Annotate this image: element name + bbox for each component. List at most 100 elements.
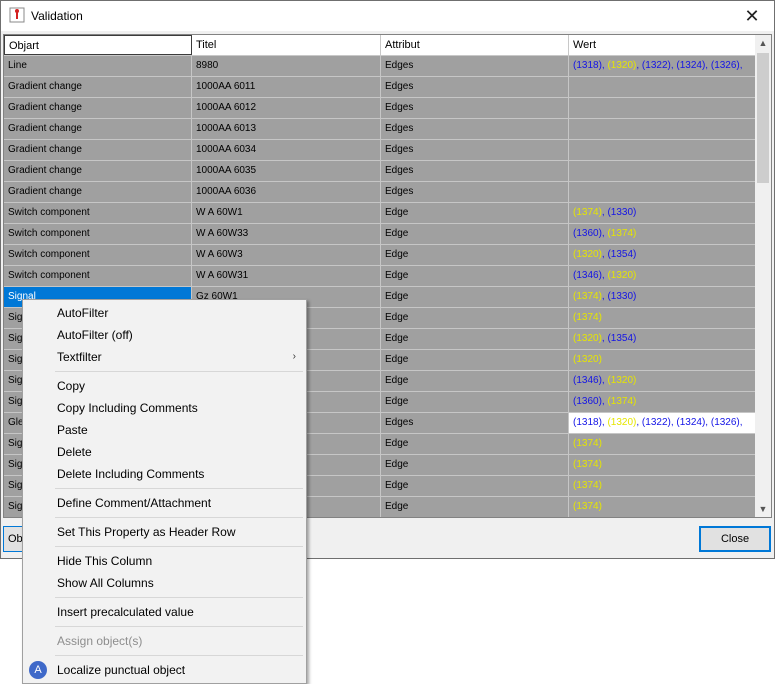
cell-wert[interactable] [569, 182, 756, 202]
scroll-down-icon[interactable]: ▼ [755, 501, 771, 517]
table-row[interactable]: Gradient change 1000AA 6036 Edges [4, 182, 756, 203]
cell-wert[interactable]: (1320) [569, 350, 756, 370]
cell-wert[interactable] [569, 140, 756, 160]
cell-attribut[interactable]: Edge [381, 371, 569, 391]
cell-wert[interactable]: (1320), (1354) [569, 329, 756, 349]
menu-item-textfilter[interactable]: Textfilter › [23, 346, 306, 368]
scroll-thumb[interactable] [757, 53, 769, 183]
menu-item-delete-including-comments[interactable]: Delete Including Comments [23, 463, 306, 485]
cell-titel[interactable]: 1000AA 6035 [192, 161, 381, 181]
cell-objart[interactable]: Gradient change [4, 161, 192, 181]
cell-wert[interactable]: (1374) [569, 308, 756, 328]
cell-wert[interactable]: (1360), (1374) [569, 392, 756, 412]
cell-attribut[interactable]: Edge [381, 455, 569, 475]
cell-wert[interactable]: (1374), (1330) [569, 287, 756, 307]
table-row[interactable]: Switch component W A 60W33 Edge (1360), (13… [4, 224, 756, 245]
cell-objart[interactable]: Switch component [4, 224, 192, 244]
cell-wert[interactable]: (1374), (1330) [569, 203, 756, 223]
cell-attribut[interactable]: Edges [381, 77, 569, 97]
cell-attribut[interactable]: Edge [381, 224, 569, 244]
cell-attribut[interactable]: Edge [381, 476, 569, 496]
cell-wert[interactable] [569, 77, 756, 97]
cell-attribut[interactable]: Edge [381, 245, 569, 265]
cell-titel[interactable]: 1000AA 6013 [192, 119, 381, 139]
cell-titel[interactable]: 1000AA 6034 [192, 140, 381, 160]
cell-objart[interactable]: Switch component [4, 245, 192, 265]
cell-wert[interactable]: (1360), (1374) [569, 224, 756, 244]
cell-wert[interactable]: (1346), (1320) [569, 266, 756, 286]
cell-attribut[interactable]: Edges [381, 56, 569, 76]
cell-objart[interactable]: Switch component [4, 203, 192, 223]
column-header-attribut[interactable]: Attribut [381, 35, 569, 55]
cell-wert[interactable] [569, 161, 756, 181]
cell-attribut[interactable]: Edge [381, 434, 569, 454]
cell-wert[interactable]: (1374) [569, 434, 756, 454]
vertical-scrollbar[interactable]: ▲ ▼ [755, 35, 771, 517]
cell-attribut[interactable]: Edge [381, 392, 569, 412]
cell-attribut[interactable]: Edge [381, 287, 569, 307]
menu-item-insert-precalculated-value[interactable]: Insert precalculated value [23, 601, 306, 623]
menu-item-autofilter[interactable]: AutoFilter [23, 302, 306, 324]
table-row[interactable]: Gradient change 1000AA 6012 Edges [4, 98, 756, 119]
table-row[interactable]: Gradient change 1000AA 6013 Edges [4, 119, 756, 140]
table-row[interactable]: Line 8980 Edges (1318), (1320), (1322), (13… [4, 56, 756, 77]
menu-item-copy[interactable]: Copy [23, 375, 306, 397]
cell-objart[interactable]: Gradient change [4, 77, 192, 97]
menu-item-copy-including-comments[interactable]: Copy Including Comments [23, 397, 306, 419]
cell-titel[interactable]: 1000AA 6012 [192, 98, 381, 118]
cell-objart[interactable]: Gradient change [4, 98, 192, 118]
menu-item-localize-punctual-object[interactable]: Localize punctual object A [23, 659, 306, 681]
cell-attribut[interactable]: Edge [381, 350, 569, 370]
cell-wert[interactable]: (1374) [569, 455, 756, 475]
cell-attribut[interactable]: Edge [381, 308, 569, 328]
cell-titel[interactable]: 1000AA 6036 [192, 182, 381, 202]
cell-objart[interactable]: Gradient change [4, 119, 192, 139]
menu-item-delete[interactable]: Delete [23, 441, 306, 463]
cell-attribut[interactable]: Edge [381, 203, 569, 223]
cell-wert[interactable]: (1374) [569, 476, 756, 496]
cell-attribut[interactable]: Edges [381, 182, 569, 202]
cell-objart[interactable]: Switch component [4, 266, 192, 286]
close-button[interactable]: Close [699, 526, 771, 552]
cell-wert[interactable] [569, 98, 756, 118]
table-row[interactable]: Switch component W A 60W3 Edge (1320), (135… [4, 245, 756, 266]
scroll-up-icon[interactable]: ▲ [755, 35, 771, 51]
cell-objart[interactable]: Gradient change [4, 140, 192, 160]
menu-item-show-all-columns[interactable]: Show All Columns [23, 572, 306, 594]
column-header-wert[interactable]: Wert [569, 35, 756, 55]
menu-item-paste[interactable]: Paste [23, 419, 306, 441]
cell-wert[interactable]: (1374) [569, 497, 756, 517]
cell-titel[interactable]: 8980 [192, 56, 381, 76]
cell-wert[interactable] [569, 119, 756, 139]
cell-attribut[interactable]: Edge [381, 266, 569, 286]
cell-attribut[interactable]: Edges [381, 140, 569, 160]
menu-item-hide-this-column[interactable]: Hide This Column [23, 550, 306, 572]
cell-attribut[interactable]: Edge [381, 497, 569, 517]
table-row[interactable]: Gradient change 1000AA 6011 Edges [4, 77, 756, 98]
cell-titel[interactable]: 1000AA 6011 [192, 77, 381, 97]
cell-attribut[interactable]: Edges [381, 413, 569, 433]
cell-wert[interactable]: (1318), (1320), (1322), (1324), (1326), [569, 413, 756, 433]
cell-objart[interactable]: Gradient change [4, 182, 192, 202]
cell-attribut[interactable]: Edges [381, 161, 569, 181]
cell-attribut[interactable]: Edges [381, 119, 569, 139]
cell-titel[interactable]: W A 60W31 [192, 266, 381, 286]
cell-attribut[interactable]: Edge [381, 329, 569, 349]
cell-wert[interactable]: (1346), (1320) [569, 371, 756, 391]
menu-item-set-this-property-as-header-row[interactable]: Set This Property as Header Row [23, 521, 306, 543]
table-row[interactable]: Gradient change 1000AA 6034 Edges [4, 140, 756, 161]
table-row[interactable]: Switch component W A 60W1 Edge (1374), (133… [4, 203, 756, 224]
table-row[interactable]: Switch component W A 60W31 Edge (1346), (13… [4, 266, 756, 287]
cell-titel[interactable]: W A 60W33 [192, 224, 381, 244]
cell-objart[interactable]: Line [4, 56, 192, 76]
close-icon[interactable]: ✕ [730, 1, 774, 31]
column-header-objart[interactable]: Objart [4, 35, 192, 55]
cell-titel[interactable]: W A 60W3 [192, 245, 381, 265]
column-header-titel[interactable]: Titel [192, 35, 381, 55]
menu-item-define-comment-attachment[interactable]: Define Comment/Attachment [23, 492, 306, 514]
table-row[interactable]: Gradient change 1000AA 6035 Edges [4, 161, 756, 182]
cell-wert[interactable]: (1318), (1320), (1322), (1324), (1326), [569, 56, 756, 76]
cell-wert[interactable]: (1320), (1354) [569, 245, 756, 265]
menu-item-autofilter-off[interactable]: AutoFilter (off) [23, 324, 306, 346]
cell-attribut[interactable]: Edges [381, 98, 569, 118]
